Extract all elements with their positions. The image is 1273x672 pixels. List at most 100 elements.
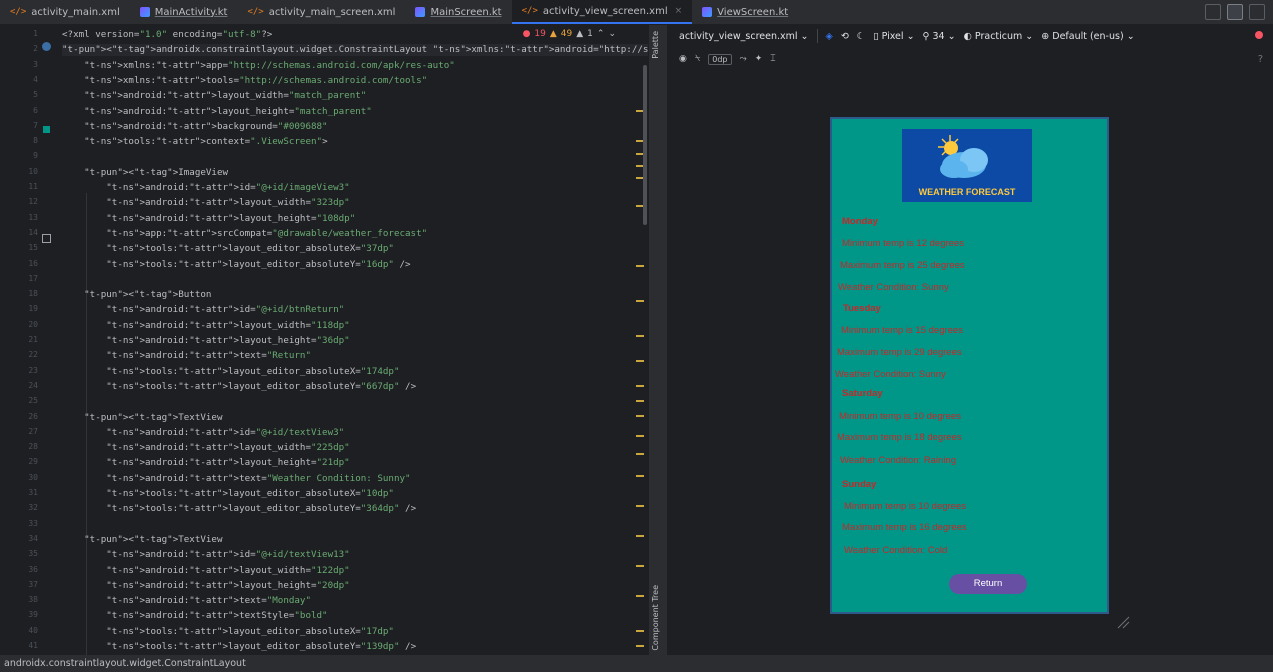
toolbar-divider: [816, 29, 818, 43]
line-number: 28: [28, 442, 38, 452]
chevron-down-icon[interactable]: ⌄: [608, 29, 616, 39]
default-margin-selector[interactable]: 0dp: [708, 53, 732, 65]
chevron-up-icon[interactable]: ⌃: [597, 29, 605, 39]
device-selector[interactable]: ▯ Pixel ⌄: [873, 31, 914, 42]
orientation-icon[interactable]: ⟲: [841, 31, 849, 42]
color-swatch-icon[interactable]: [43, 126, 50, 133]
code-line: "t-ns">android:"t-attr">id="@+id/textVie…: [106, 426, 345, 438]
warning-stripe-mark[interactable]: [636, 300, 644, 302]
day-heading[interactable]: Saturday: [842, 388, 883, 399]
api-selector[interactable]: ⚲ 34 ⌄: [923, 31, 956, 42]
vertical-scrollbar[interactable]: [643, 65, 647, 225]
forecast-text[interactable]: Maximum temp is 18 degrees: [837, 432, 962, 443]
guidelines-icon[interactable]: ⌶: [770, 54, 775, 64]
warning-stripe-mark[interactable]: [636, 335, 644, 337]
theme-selector[interactable]: ◐ Practicum ⌄: [964, 31, 1034, 42]
forecast-text[interactable]: Weather Condition: Sunny: [838, 282, 949, 293]
day-heading[interactable]: Sunday: [842, 479, 876, 490]
forecast-text[interactable]: Maximum temp is 25 degrees: [840, 260, 965, 271]
warning-stripe-mark[interactable]: [636, 400, 644, 402]
file-selector[interactable]: activity_view_screen.xml ⌄: [679, 31, 809, 42]
code-line: "t-ns">tools:"t-attr">context=".ViewScre…: [84, 136, 328, 148]
warning-stripe-mark[interactable]: [636, 265, 644, 267]
forecast-text[interactable]: Maximum temp is 29 degrees: [837, 347, 962, 358]
tab-4[interactable]: </> activity_view_screen.xml ×: [511, 0, 693, 24]
code-line: "t-ns">android:"t-attr">text="Weather Co…: [106, 472, 411, 484]
editor-tab-bar: </> activity_main.xml MainActivity.kt </> ac…: [0, 0, 1273, 25]
design-side-toolbar: Palette Component Tree: [648, 25, 668, 655]
layout-preview[interactable]: WEATHER FORECAST Monday Minimum temp is 1…: [830, 117, 1109, 614]
code-editor[interactable]: 1 2 3 4 5 6 7 8 9 10 11 12 13 14 15 16 17 18 19 20 21 22 23 24 2…: [0, 25, 648, 655]
error-indicator-icon[interactable]: [1255, 31, 1263, 39]
code-view-icon[interactable]: [1205, 4, 1221, 20]
forecast-text[interactable]: Weather Condition: Cold: [844, 545, 947, 556]
tab-2[interactable]: </> activity_main_screen.xml: [237, 0, 405, 24]
image-gutter-icon[interactable]: [42, 234, 51, 243]
day-heading[interactable]: Tuesday: [843, 303, 881, 314]
tab-0[interactable]: </> activity_main.xml: [0, 0, 130, 24]
forecast-text[interactable]: Minimum temp is 10 degrees: [844, 501, 966, 512]
warning-stripe-mark[interactable]: [636, 453, 644, 455]
weak-warning-count: 1: [587, 29, 593, 39]
component-tree-tab[interactable]: Component Tree: [651, 585, 660, 651]
code-line: "t-ns">tools:"t-attr">layout_editor_abso…: [106, 503, 417, 515]
warning-stripe-mark[interactable]: [636, 595, 644, 597]
tab-label: MainScreen.kt: [430, 6, 502, 18]
code-line: "t-ns">android:"t-attr">layout_height="3…: [106, 335, 350, 346]
warning-stripe-mark[interactable]: [636, 565, 644, 567]
code-line: "t-ns">tools:"t-attr">layout_editor_abso…: [106, 365, 400, 377]
tab-5[interactable]: ViewScreen.kt: [692, 0, 798, 24]
status-bar-breadcrumb[interactable]: androidx.constraintlayout.widget.Constra…: [0, 655, 1273, 672]
code-line: "t-pun"><"t-tag">androidx.constraintlayo…: [62, 44, 648, 57]
line-number: 16: [28, 258, 38, 268]
help-icon[interactable]: ?: [1258, 54, 1263, 65]
class-gutter-icon[interactable]: [42, 42, 51, 51]
warning-stripe-mark[interactable]: [636, 505, 644, 507]
tab-1[interactable]: MainActivity.kt: [130, 0, 238, 24]
night-mode-icon[interactable]: ☾: [857, 31, 866, 42]
forecast-text[interactable]: Minimum temp is 15 degrees: [841, 325, 963, 336]
weak-warning-icon: ▲: [576, 29, 584, 39]
tab-3[interactable]: MainScreen.kt: [405, 0, 511, 24]
line-number: 38: [28, 595, 38, 605]
line-number: 24: [28, 380, 38, 390]
code-line: "t-ns">android:"t-attr">layout_height="m…: [84, 105, 372, 117]
warning-stripe-mark[interactable]: [636, 435, 644, 437]
warning-stripe-mark[interactable]: [636, 360, 644, 362]
line-number: 34: [28, 533, 38, 543]
warning-stripe-mark[interactable]: [636, 415, 644, 417]
weather-forecast-image[interactable]: WEATHER FORECAST: [902, 129, 1032, 202]
locale-selector[interactable]: ⊕ Default (en-us) ⌄: [1041, 31, 1134, 42]
resize-handle-icon[interactable]: [1116, 615, 1130, 629]
forecast-text[interactable]: Maximum temp is 16 degrees: [842, 522, 967, 533]
forecast-text[interactable]: Minimum temp is 12 degrees: [842, 238, 964, 249]
forecast-text[interactable]: Weather Condition: Raining: [840, 455, 956, 466]
clear-constraints-icon[interactable]: ⤳: [740, 54, 747, 64]
warning-icon: ▲: [549, 29, 557, 39]
warning-stripe-mark[interactable]: [636, 645, 644, 647]
code-line: "t-ns">tools:"t-attr">layout_editor_abso…: [106, 380, 417, 392]
layers-icon[interactable]: ◈: [826, 31, 833, 42]
inspection-widget[interactable]: ● 19 ▲ 49 ▲ 1 ⌃ ⌄: [523, 29, 616, 39]
code-line: "t-ns">tools:"t-attr">layout_editor_abso…: [106, 258, 411, 270]
warning-stripe-mark[interactable]: [636, 535, 644, 537]
warning-stripe-mark[interactable]: [636, 630, 644, 632]
split-view-icon[interactable]: [1227, 4, 1243, 20]
line-number: 25: [28, 396, 38, 406]
autoconnect-icon[interactable]: ⍀: [695, 54, 700, 64]
close-tab-icon[interactable]: ×: [675, 6, 683, 16]
warning-stripe-mark[interactable]: [636, 475, 644, 477]
return-button[interactable]: Return: [949, 574, 1027, 594]
infer-constraints-icon[interactable]: ✦: [755, 54, 763, 64]
view-options-icon[interactable]: ◉: [679, 54, 687, 64]
tab-label: ViewScreen.kt: [717, 6, 789, 18]
line-number: 18: [28, 289, 38, 299]
design-view-icon[interactable]: [1249, 4, 1265, 20]
warning-stripe-mark[interactable]: [636, 385, 644, 387]
forecast-text[interactable]: Minimum temp is 10 degrees: [839, 411, 961, 422]
day-heading[interactable]: Monday: [842, 216, 878, 227]
palette-tab[interactable]: Palette: [651, 31, 660, 59]
code-line: "t-ns">xmlns:"t-attr">app="http://schema…: [84, 59, 455, 71]
forecast-text[interactable]: Weather Condition: Sunny: [835, 369, 946, 380]
tab-label: activity_main.xml: [31, 6, 120, 18]
